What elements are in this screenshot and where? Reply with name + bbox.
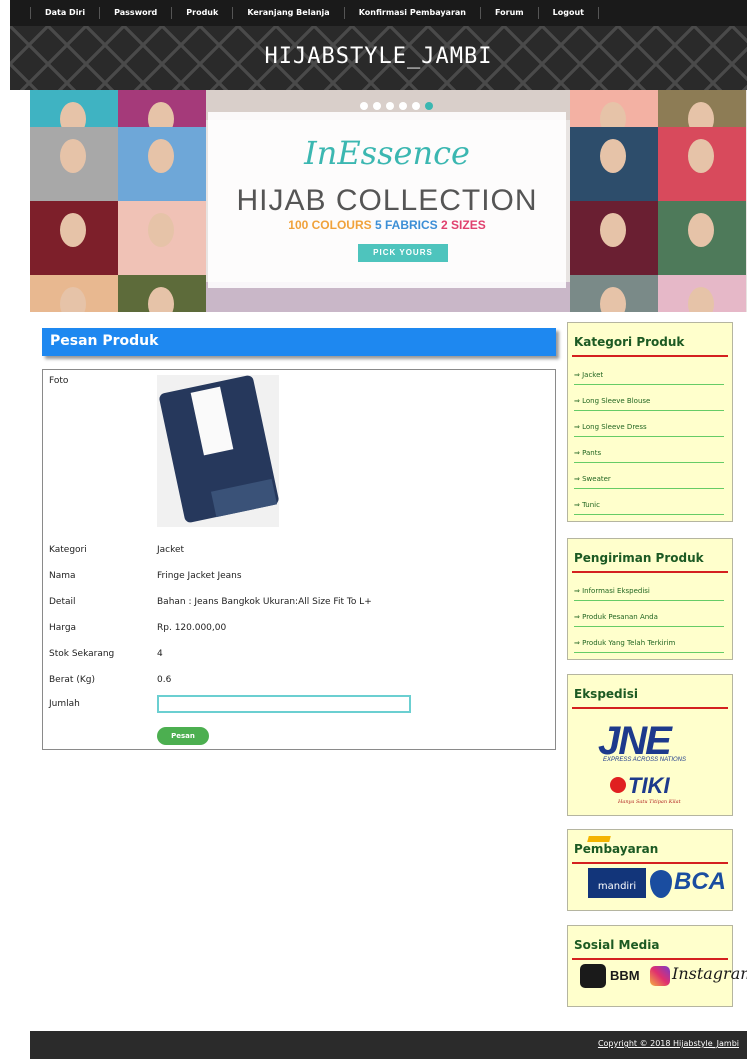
berat-label: Berat (Kg) xyxy=(49,675,95,685)
instagram-icon xyxy=(650,966,670,986)
banner-photo-tile xyxy=(570,275,658,312)
pengiriman-produk-title: Pengiriman Produk xyxy=(574,551,704,565)
banner-photo-tile xyxy=(658,201,746,275)
harga-label: Harga xyxy=(49,623,77,633)
tiki-logo-icon xyxy=(610,777,626,793)
detail-label: Detail xyxy=(49,597,76,607)
tiki-logo: TIKI xyxy=(628,773,670,798)
banner-photo-tile xyxy=(658,127,746,201)
pesan-button[interactable]: Pesan xyxy=(157,727,209,745)
banner-photo-tile xyxy=(570,127,658,201)
nama-value: Fringe Jacket Jeans xyxy=(157,571,242,581)
promo-subtitle: 100 COLOURS 5 FABRICS 2 SIZES xyxy=(208,218,566,232)
category-item-tunic[interactable]: ⇒ Tunic xyxy=(574,501,724,515)
top-nav: Data Diri Password Produk Keranjang Bela… xyxy=(10,0,747,26)
jumlah-input[interactable] xyxy=(157,695,411,713)
pembayaran-box: Pembayaran mandiri BCA xyxy=(567,829,733,911)
nav-data-diri[interactable]: Data Diri xyxy=(30,7,101,19)
nav-forum[interactable]: Forum xyxy=(481,7,539,19)
promo-title: HIJAB COLLECTION xyxy=(236,184,538,217)
carousel-dot[interactable] xyxy=(399,102,407,110)
bbm-label: BBM xyxy=(610,968,640,983)
mandiri-logo-icon xyxy=(587,836,611,842)
banner-photo-tile xyxy=(658,275,746,312)
harga-value: Rp. 120.000,00 xyxy=(157,623,227,633)
banner-photo-tile xyxy=(570,201,658,275)
section-header: Pesan Produk xyxy=(42,328,556,356)
kategori-value: Jacket xyxy=(157,545,185,555)
jne-tagline: EXPRESS ACROSS NATIONS xyxy=(603,757,687,763)
left-margin xyxy=(0,0,10,1059)
kategori-label: Kategori xyxy=(49,545,87,555)
promo-fabrics: 5 FABRICS xyxy=(374,218,438,232)
title-underline xyxy=(572,707,728,709)
nav-keranjang-belanja[interactable]: Keranjang Belanja xyxy=(233,7,345,19)
copyright-link[interactable]: Copyright © 2018 Hijabstyle_Jambi xyxy=(598,1039,739,1048)
pengiriman-produk-box: Pengiriman Produk ⇒ Informasi Ekspedisi … xyxy=(567,538,733,660)
stok-label: Stok Sekarang xyxy=(49,649,115,659)
kategori-produk-title: Kategori Produk xyxy=(574,335,685,349)
banner-photo-tile xyxy=(30,201,118,275)
product-photo xyxy=(157,375,279,527)
menu-item-produk-pesanan-anda[interactable]: ⇒ Produk Pesanan Anda xyxy=(574,613,724,627)
nav-produk[interactable]: Produk xyxy=(172,7,234,19)
foto-label: Foto xyxy=(49,376,69,386)
banner-photo-tile xyxy=(118,127,206,201)
carousel-dot[interactable] xyxy=(386,102,394,110)
category-item-pants[interactable]: ⇒ Pants xyxy=(574,449,724,463)
berat-value: 0.6 xyxy=(157,675,172,685)
product-detail-box: Foto Kategori Jacket Nama Fringe Jacket … xyxy=(42,369,556,750)
category-item-long-sleeve-blouse[interactable]: ⇒ Long Sleeve Blouse xyxy=(574,397,724,411)
title-underline xyxy=(572,355,728,357)
carousel-dot[interactable] xyxy=(373,102,381,110)
section-title: Pesan Produk xyxy=(50,333,159,349)
nav-password[interactable]: Password xyxy=(100,7,173,19)
instagram-label: Instagram xyxy=(672,964,747,983)
detail-value: Bahan : Jeans Bangkok Ukuran:All Size Fi… xyxy=(157,597,372,607)
kategori-produk-box: Kategori Produk ⇒ Jacket ⇒ Long Sleeve B… xyxy=(567,322,733,522)
pembayaran-title: Pembayaran xyxy=(574,842,659,856)
bbm-icon xyxy=(580,964,606,988)
ekspedisi-title: Ekspedisi xyxy=(574,687,639,701)
banner-photo-tile xyxy=(30,127,118,201)
title-underline xyxy=(572,571,728,573)
promo-colours: 100 COLOURS xyxy=(288,218,372,232)
title-underline xyxy=(572,862,728,864)
carousel-dot[interactable] xyxy=(412,102,420,110)
sosial-media-title: Sosial Media xyxy=(574,938,660,952)
stok-value: 4 xyxy=(157,649,163,659)
bca-logo: BCA xyxy=(674,868,726,895)
nama-label: Nama xyxy=(49,571,76,581)
mandiri-logo: mandiri xyxy=(588,868,646,898)
title-underline xyxy=(572,958,728,960)
carousel-dot-active[interactable] xyxy=(425,102,433,110)
pick-yours-button[interactable]: PICK YOURS xyxy=(358,244,448,262)
promo-panel: InEssence HIJAB COLLECTION 100 COLOURS 5… xyxy=(208,112,566,288)
menu-item-produk-terkirim[interactable]: ⇒ Produk Yang Telah Terkirim xyxy=(574,639,724,653)
sosial-media-box: Sosial Media BBM Instagram xyxy=(567,925,747,1007)
tiki-tagline: Hanya Satu Titipan Kilat xyxy=(618,799,681,805)
category-item-long-sleeve-dress[interactable]: ⇒ Long Sleeve Dress xyxy=(574,423,724,437)
promo-brand-logo: InEssence xyxy=(304,134,470,172)
menu-item-informasi-ekspedisi[interactable]: ⇒ Informasi Ekspedisi xyxy=(574,587,724,601)
page: Data Diri Password Produk Keranjang Bela… xyxy=(10,0,747,1059)
banner-photo-tile xyxy=(30,275,118,312)
footer: Copyright © 2018 Hijabstyle_Jambi xyxy=(30,1031,747,1059)
bca-logo-icon xyxy=(650,870,672,898)
category-item-sweater[interactable]: ⇒ Sweater xyxy=(574,475,724,489)
jumlah-label: Jumlah xyxy=(49,699,80,709)
nav-konfirmasi-pembayaran[interactable]: Konfirmasi Pembayaran xyxy=(345,7,481,19)
promo-sizes: 2 SIZES xyxy=(441,218,486,232)
ekspedisi-box: Ekspedisi JNE EXPRESS ACROSS NATIONS TIK… xyxy=(567,674,733,816)
carousel-dot[interactable] xyxy=(360,102,368,110)
carousel-dots xyxy=(360,102,433,110)
site-title: HIJABSTYLE_JAMBI xyxy=(264,44,493,69)
hero-banner: InEssence HIJAB COLLECTION 100 COLOURS 5… xyxy=(30,90,747,312)
category-item-jacket[interactable]: ⇒ Jacket xyxy=(574,371,724,385)
banner-photo-tile xyxy=(118,201,206,275)
banner-photo-tile xyxy=(118,275,206,312)
nav-logout[interactable]: Logout xyxy=(539,7,599,19)
